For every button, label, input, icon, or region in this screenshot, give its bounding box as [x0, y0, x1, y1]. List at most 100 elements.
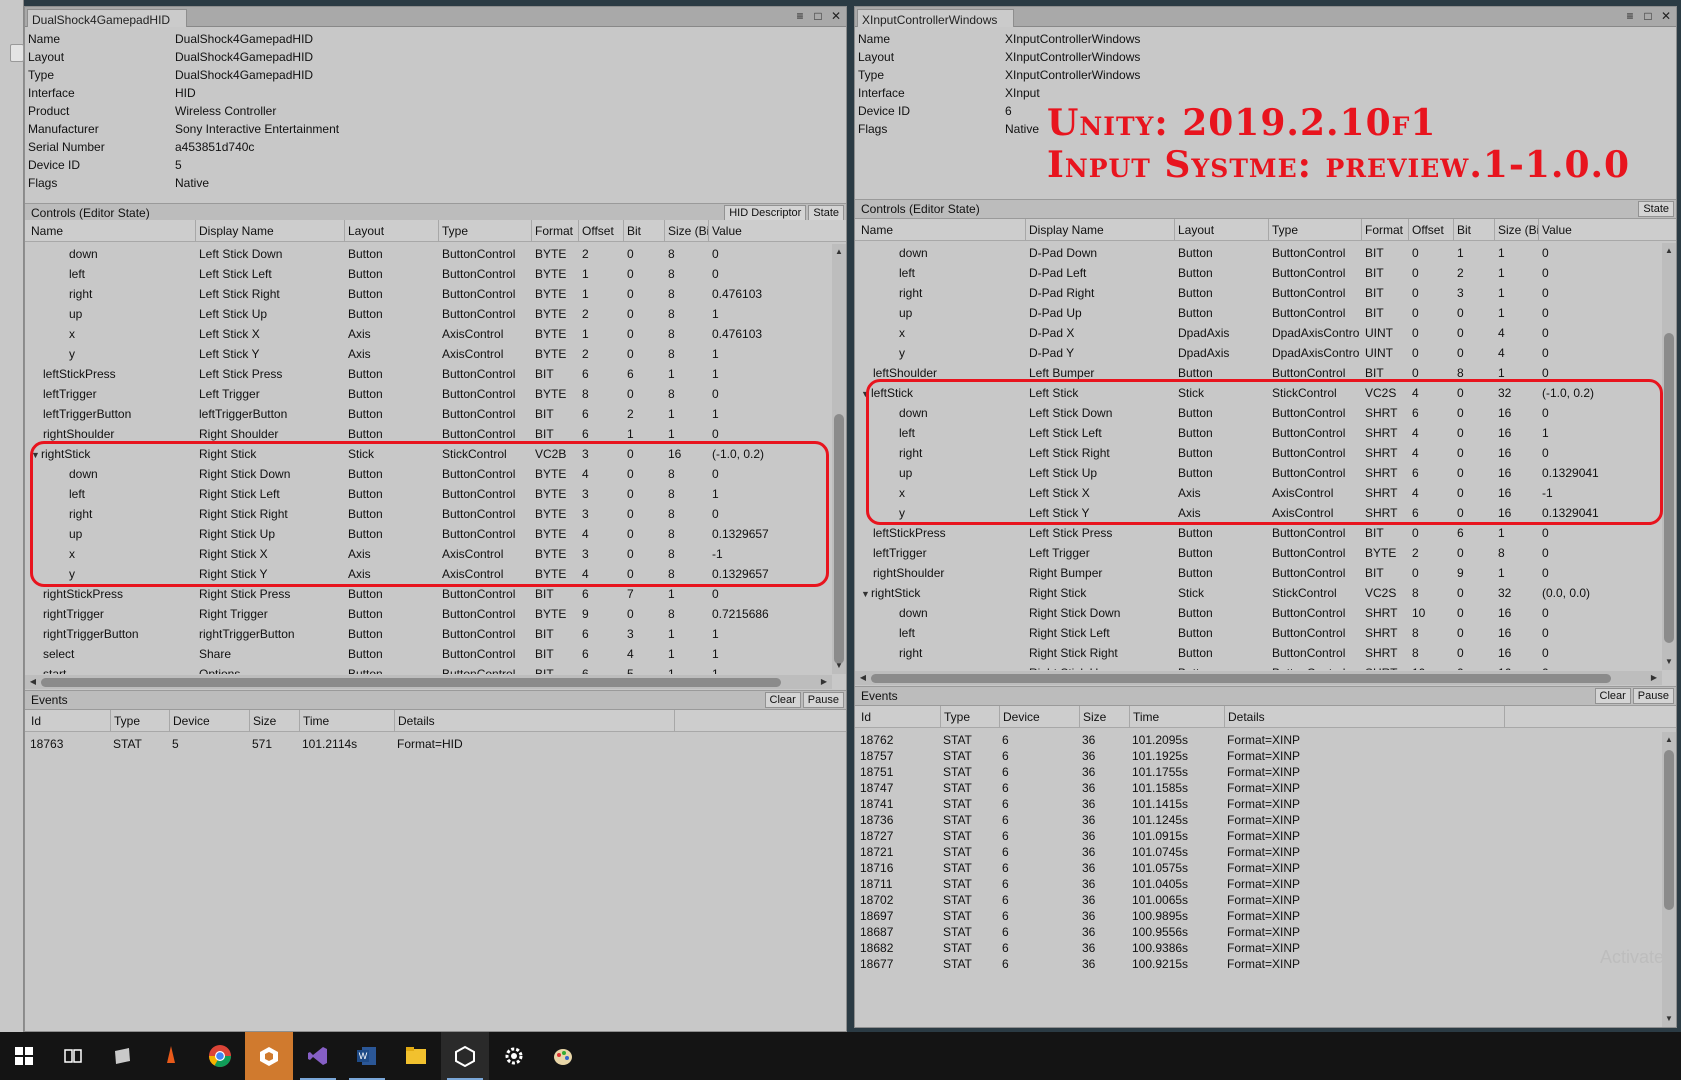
event-column-details[interactable]: Details	[395, 710, 675, 732]
event-row[interactable]: 18736 STAT 6 36 101.1245s Format=XINP	[855, 812, 1662, 828]
scroll-down-icon[interactable]: ▼	[1664, 1013, 1674, 1025]
control-row-right[interactable]: right Left Stick Right Button ButtonControl…	[25, 284, 832, 304]
pause-button[interactable]: Pause	[802, 692, 844, 708]
chrome-icon[interactable]	[196, 1032, 244, 1080]
horizontal-scrollbar[interactable]: ◀ ▶	[25, 675, 832, 689]
foldout-arrow-icon[interactable]: ▼	[31, 445, 41, 465]
event-row[interactable]: 18677 STAT 6 36 100.9215s Format=XINP	[855, 956, 1662, 972]
close-icon[interactable]: ✕	[830, 9, 842, 23]
settings-gear-icon[interactable]	[490, 1032, 538, 1080]
column-display-name[interactable]: Display Name	[1026, 219, 1175, 241]
scroll-thumb[interactable]	[1664, 333, 1674, 643]
column-name[interactable]: Name	[858, 219, 1026, 241]
paint-icon[interactable]	[539, 1032, 587, 1080]
column-offset[interactable]: Offset	[1409, 219, 1454, 241]
column-size-bi[interactable]: Size (Bi	[1495, 219, 1539, 241]
scroll-down-icon[interactable]: ▼	[834, 660, 844, 672]
event-column-size[interactable]: Size	[250, 710, 300, 732]
event-column-time[interactable]: Time	[300, 710, 395, 732]
event-column-device[interactable]: Device	[170, 710, 250, 732]
state-button[interactable]: State	[1638, 201, 1674, 217]
event-row[interactable]: 18727 STAT 6 36 101.0915s Format=XINP	[855, 828, 1662, 844]
scroll-right-icon[interactable]: ▶	[1648, 672, 1660, 684]
control-row-left[interactable]: left Left Stick Left Button ButtonControl SH…	[855, 423, 1662, 443]
column-format[interactable]: Format	[1362, 219, 1409, 241]
control-row-start[interactable]: start Options Button ButtonControl BIT 6 5 1 1	[25, 664, 832, 674]
control-row-lefttrigger[interactable]: leftTrigger Left Trigger Button ButtonContr…	[855, 543, 1662, 563]
scroll-up-icon[interactable]: ▲	[1664, 245, 1674, 257]
file-explorer-icon[interactable]	[392, 1032, 440, 1080]
column-format[interactable]: Format	[532, 220, 579, 242]
clear-button[interactable]: Clear	[764, 692, 801, 708]
control-row-left[interactable]: left Left Stick Left Button ButtonControl BY…	[25, 264, 832, 284]
event-column-id[interactable]: Id	[28, 710, 111, 732]
events-vertical-scrollbar[interactable]: ▲ ▼	[1662, 732, 1676, 1027]
control-row-rightshoulder[interactable]: rightShoulder Right Shoulder Button ButtonC…	[25, 424, 832, 444]
scroll-up-icon[interactable]: ▲	[834, 246, 844, 258]
event-column-size[interactable]: Size	[1080, 706, 1130, 728]
event-row[interactable]: 18702 STAT 6 36 101.0065s Format=XINP	[855, 892, 1662, 908]
control-row-left[interactable]: left Right Stick Left Button ButtonControl B…	[25, 484, 832, 504]
maximize-icon[interactable]: □	[812, 9, 824, 23]
event-column-device[interactable]: Device	[1000, 706, 1080, 728]
control-row-down[interactable]: down D-Pad Down Button ButtonControl BIT 0 1 1 0	[855, 243, 1662, 263]
column-bit[interactable]: Bit	[624, 220, 665, 242]
app-pin-icon[interactable]	[98, 1032, 146, 1080]
control-row-x[interactable]: x D-Pad X DpadAxis DpadAxisContro UINT 0 0 4 0	[855, 323, 1662, 343]
event-row[interactable]: 18687 STAT 6 36 100.9556s Format=XINP	[855, 924, 1662, 940]
control-row-up[interactable]: up D-Pad Up Button ButtonControl BIT 0 0 1 0	[855, 303, 1662, 323]
clear-button[interactable]: Clear	[1594, 688, 1631, 704]
scroll-up-icon[interactable]: ▲	[1664, 734, 1674, 746]
event-row[interactable]: 18751 STAT 6 36 101.1755s Format=XINP	[855, 764, 1662, 780]
event-row[interactable]: 18711 STAT 6 36 101.0405s Format=XINP	[855, 876, 1662, 892]
foldout-arrow-icon[interactable]: ▼	[861, 584, 871, 604]
control-row-up[interactable]: up Right Stick Up Button ButtonControl BYTE 4…	[25, 524, 832, 544]
event-row[interactable]: 18721 STAT 6 36 101.0745s Format=XINP	[855, 844, 1662, 860]
unity-hub-icon[interactable]	[245, 1032, 293, 1080]
event-row[interactable]: 18697 STAT 6 36 100.9895s Format=XINP	[855, 908, 1662, 924]
unity-editor-icon[interactable]	[441, 1032, 489, 1080]
event-column-id[interactable]: Id	[858, 706, 941, 728]
column-name[interactable]: Name	[28, 220, 196, 242]
column-value[interactable]: Value	[1539, 219, 1676, 241]
control-row-select[interactable]: select Share Button ButtonControl BIT 6 4 1 1	[25, 644, 832, 664]
control-row-up[interactable]: up Left Stick Up Button ButtonControl SHRT 6 0…	[855, 463, 1662, 483]
control-row-left[interactable]: left D-Pad Left Button ButtonControl BIT 0 2 1 0	[855, 263, 1662, 283]
visual-studio-icon[interactable]	[294, 1032, 342, 1080]
pause-button[interactable]: Pause	[1632, 688, 1674, 704]
control-row-right[interactable]: right D-Pad Right Button ButtonControl BIT 0 3…	[855, 283, 1662, 303]
event-column-time[interactable]: Time	[1130, 706, 1225, 728]
horizontal-scrollbar[interactable]: ◀ ▶	[855, 671, 1662, 685]
control-row-y[interactable]: y D-Pad Y DpadAxis DpadAxisContro UINT 0 0 4 0	[855, 343, 1662, 363]
control-row-right[interactable]: right Right Stick Right Button ButtonContro…	[25, 504, 832, 524]
column-display-name[interactable]: Display Name	[196, 220, 345, 242]
control-row-up[interactable]: up Right Stick Up Button ButtonControl SHRT 1…	[855, 663, 1662, 670]
event-row[interactable]: 18762 STAT 6 36 101.2095s Format=XINP	[855, 732, 1662, 748]
control-row-y[interactable]: y Left Stick Y Axis AxisControl BYTE 2 0 8 1	[25, 344, 832, 364]
event-column-details[interactable]: Details	[1225, 706, 1505, 728]
vertical-scrollbar[interactable]: ▲ ▼	[832, 244, 846, 674]
maximize-icon[interactable]: □	[1642, 9, 1654, 23]
scroll-left-icon[interactable]: ◀	[857, 672, 869, 684]
control-row-down[interactable]: down Left Stick Down Button ButtonControl SH…	[855, 403, 1662, 423]
control-row-rightshoulder[interactable]: rightShoulder Right Bumper Button ButtonCon…	[855, 563, 1662, 583]
state-button[interactable]: State	[808, 205, 844, 221]
event-row[interactable]: 18763 STAT 5 571 101.2114s Format=HID	[25, 736, 832, 752]
column-type[interactable]: Type	[439, 220, 532, 242]
control-row-x[interactable]: x Left Stick X Axis AxisControl SHRT 4 0 16 -1	[855, 483, 1662, 503]
event-row[interactable]: 18747 STAT 6 36 101.1585s Format=XINP	[855, 780, 1662, 796]
control-row-rightstickpress[interactable]: rightStickPress Right Stick Press Button Bu…	[25, 584, 832, 604]
backdrop-button[interactable]	[10, 44, 24, 62]
task-view-icon[interactable]	[49, 1032, 97, 1080]
windows-start-icon[interactable]	[0, 1032, 48, 1080]
control-row-left[interactable]: left Right Stick Left Button ButtonControl S…	[855, 623, 1662, 643]
word-icon[interactable]: W	[343, 1032, 391, 1080]
control-row-lefttrigger[interactable]: leftTrigger Left Trigger Button ButtonContr…	[25, 384, 832, 404]
scroll-thumb[interactable]	[41, 678, 781, 687]
scroll-right-icon[interactable]: ▶	[818, 676, 830, 688]
hid-descriptor-button[interactable]: HID Descriptor	[724, 205, 807, 221]
scroll-thumb[interactable]	[1664, 750, 1674, 910]
foldout-arrow-icon[interactable]: ▼	[861, 384, 871, 404]
scroll-thumb[interactable]	[834, 414, 844, 664]
menu-icon[interactable]: ≡	[1624, 9, 1636, 23]
